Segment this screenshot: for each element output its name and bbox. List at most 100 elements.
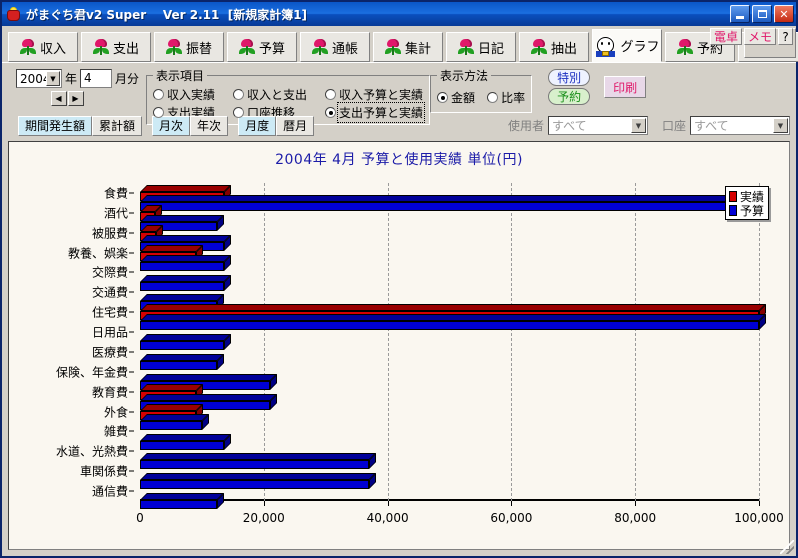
month-input[interactable]: 4: [80, 69, 113, 88]
x-axis-tick: [759, 501, 760, 506]
cat-icon: [595, 34, 617, 58]
x-axis-tick: [635, 501, 637, 506]
radio-ratio[interactable]: 比率: [487, 88, 525, 106]
segment-period-amount[interactable]: 期間発生額: [18, 115, 93, 136]
memo-button[interactable]: メモ: [743, 28, 776, 45]
month-suffix-label: 月分: [115, 72, 140, 86]
y-axis-category-label: 食費: [103, 186, 128, 201]
x-axis-tick-label: 20,000: [242, 511, 285, 525]
y-axis-category-label: 保険、年金費: [55, 365, 128, 380]
chart-container: 2004年 4月 予算と使用実績 単位(円) 食費 酒代 被服費 教養、娯楽 交際費 交通…: [8, 141, 790, 550]
y-axis-tick: [129, 212, 134, 214]
tab-label: 振替: [185, 41, 212, 57]
chevron-down-icon: ▼: [773, 118, 788, 133]
grid-line: [511, 183, 513, 501]
segment-month-period[interactable]: 月度: [238, 115, 277, 136]
window-title: がまぐち君v2 Super Ver 2.11 [新規家計簿1]: [26, 7, 308, 22]
radio-label: 比率: [501, 90, 526, 105]
x-axis-tick-label: 60,000: [490, 511, 533, 525]
main-tab-bar: 収入 支出 振替 予算 通帳 集計 日記 抽出 グラフ 予約 電卓 メモ ?: [2, 26, 798, 62]
x-axis-tick-label: 100,000: [734, 511, 784, 525]
x-axis-tick-label: 80,000: [614, 511, 657, 525]
y-axis-tick: [129, 291, 134, 293]
year-select[interactable]: 2004 ▼: [16, 69, 62, 88]
y-axis-category-label: 教養、娯楽: [67, 246, 128, 261]
y-axis-category-label: 日用品: [91, 325, 128, 340]
radio-label: 金額: [451, 90, 476, 105]
tab-passbook[interactable]: 通帳: [300, 32, 370, 62]
date-selector: 2004 ▼ 年 4 月分 ◀ ▶: [8, 67, 146, 106]
account-filter-select[interactable]: すべて ▼: [690, 116, 790, 135]
y-axis-tick: [129, 391, 134, 393]
radio-label: 収入実績: [167, 87, 216, 102]
grid-line: [387, 183, 389, 501]
y-axis-tick: [129, 232, 134, 234]
purse-icon: [5, 6, 22, 23]
tab-income[interactable]: 収入: [8, 32, 78, 62]
tab-diary[interactable]: 日記: [446, 32, 516, 62]
tab-label: グラフ: [620, 40, 660, 55]
grid-line: [759, 183, 760, 501]
radio-income-budget-actual[interactable]: 収入予算と実績: [325, 85, 423, 103]
tab-extract[interactable]: 抽出: [519, 32, 589, 62]
y-axis-category-label: 被服費: [91, 226, 128, 241]
x-axis-tick: [387, 501, 389, 506]
chart-y-axis: 食費 酒代 被服費 教養、娯楽 交際費 交通費 住宅費 日用品 医療費 保険、年金費 教育費 外食 雑費…: [9, 183, 134, 501]
close-button[interactable]: ✕: [774, 5, 794, 23]
grid-line: [635, 183, 637, 501]
y-axis-tick: [129, 450, 134, 452]
x-axis-tick-label: 0: [136, 511, 144, 525]
y-axis-category-label: 車関係費: [79, 464, 128, 479]
tab-label: 予算: [258, 41, 285, 57]
year-suffix-label: 年: [65, 72, 78, 86]
tab-label: 支出: [112, 41, 139, 57]
tab-totals[interactable]: 集計: [373, 32, 443, 62]
chevron-down-icon: ▼: [46, 71, 60, 86]
prev-month-button[interactable]: ◀: [50, 91, 67, 106]
next-month-button[interactable]: ▶: [67, 91, 84, 106]
tab-graph[interactable]: グラフ: [592, 29, 662, 62]
tulip-icon: [311, 39, 328, 55]
title-bar: がまぐち君v2 Super Ver 2.11 [新規家計簿1] ✕: [2, 2, 796, 26]
resize-grip[interactable]: [780, 540, 794, 554]
print-button[interactable]: 印刷: [604, 76, 647, 98]
radio-income-actual[interactable]: 収入実績: [153, 85, 215, 103]
y-axis-tick: [129, 411, 134, 413]
y-axis-tick: [129, 271, 134, 273]
account-filter-value: すべて: [694, 119, 729, 133]
help-button[interactable]: ?: [778, 28, 793, 45]
minimize-button[interactable]: [730, 5, 750, 23]
y-axis-tick: [129, 371, 134, 373]
application-window: がまぐち君v2 Super Ver 2.11 [新規家計簿1] ✕ 収入 支出 …: [0, 0, 798, 558]
y-axis-category-label: 交際費: [91, 265, 128, 280]
special-button[interactable]: 特別: [548, 69, 591, 86]
y-axis-category-label: 交通費: [91, 285, 128, 300]
y-axis-tick: [129, 192, 134, 194]
segment-monthly[interactable]: 月次: [152, 115, 191, 136]
mode-buttons: 特別 予約: [548, 67, 591, 105]
segment-calendar-month[interactable]: 暦月: [276, 115, 315, 136]
radio-label: 収入と支出: [247, 87, 308, 102]
segment-cumulative-amount[interactable]: 累計額: [92, 115, 143, 136]
tab-expense[interactable]: 支出: [81, 32, 151, 62]
y-axis-category-label: 通信費: [91, 484, 128, 499]
y-axis-category-label: 外食: [103, 405, 128, 420]
maximize-button[interactable]: [752, 5, 772, 23]
radio-income-and-expense[interactable]: 収入と支出: [233, 85, 307, 103]
y-axis-tick: [129, 430, 134, 432]
calculator-button[interactable]: 電卓: [709, 28, 742, 45]
tab-budget[interactable]: 予算: [227, 32, 297, 62]
radio-amount[interactable]: 金額: [437, 88, 475, 106]
y-axis-tick: [129, 470, 134, 472]
tab-transfer[interactable]: 振替: [154, 32, 224, 62]
reserve-toggle-button[interactable]: 予約: [548, 88, 591, 105]
segment-yearly[interactable]: 年次: [190, 115, 229, 136]
display-method-group: 表示方法 金額 比率: [430, 67, 533, 113]
user-filter-select[interactable]: すべて ▼: [547, 116, 648, 135]
y-axis-category-label: 水道、光熱費: [55, 444, 128, 459]
tulip-icon: [92, 39, 109, 55]
tab-label: 収入: [39, 41, 66, 57]
radio-expense-budget-actual[interactable]: 支出予算と実績: [325, 101, 426, 123]
tulip-icon: [19, 39, 36, 55]
radio-label: 支出予算と実績: [337, 101, 426, 123]
